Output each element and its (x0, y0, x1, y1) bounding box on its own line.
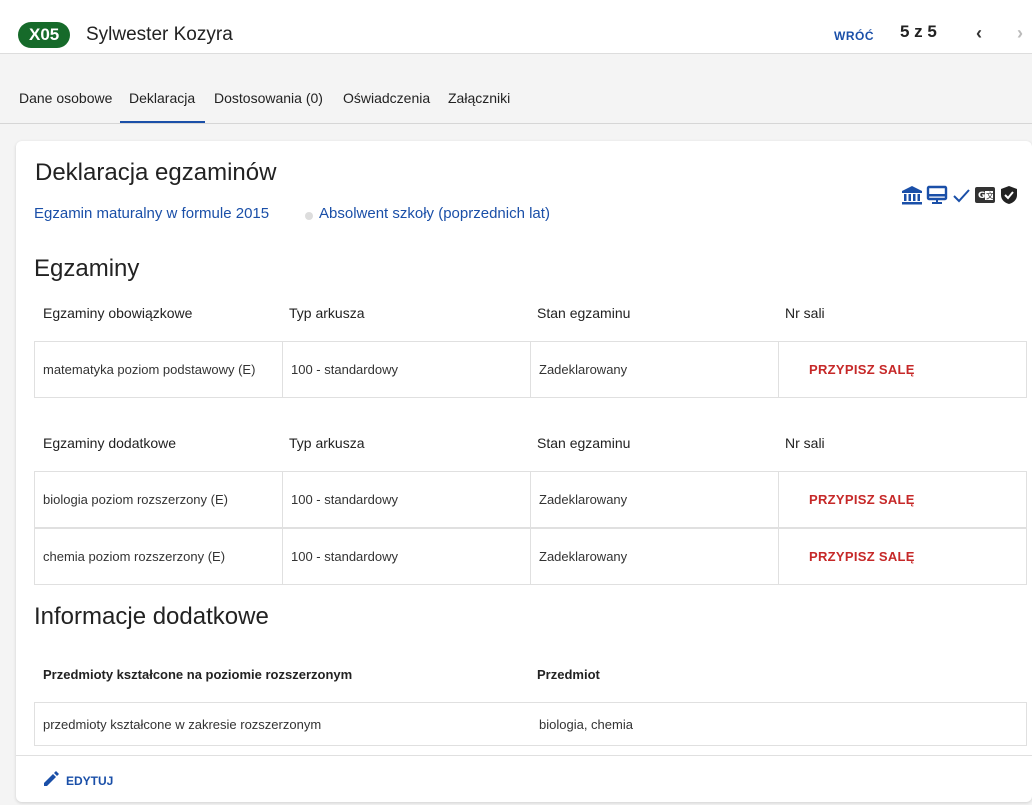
student-name: Sylwester Kozyra (86, 24, 233, 45)
tab-dostosowania[interactable]: Dostosowania (0) (214, 90, 323, 106)
tab-deklaracja[interactable]: Deklaracja (129, 90, 195, 106)
exam-state: Zadeklarowany (531, 342, 779, 397)
back-link[interactable]: WRÓĆ (834, 29, 874, 43)
sheet-type: 100 - standardowy (283, 529, 531, 584)
check-icon (951, 185, 971, 210)
tab-dane-osobowe[interactable]: Dane osobowe (19, 90, 112, 106)
monitor-icon (926, 185, 948, 210)
column-header-state: Stan egzaminu (537, 305, 631, 321)
divider (16, 755, 1032, 756)
column-header-sheet: Typ arkusza (289, 305, 365, 321)
sheet-type: 100 - standardowy (283, 342, 531, 397)
top-bar: X05 Sylwester Kozyra WRÓĆ 5 z 5 ‹ › (0, 0, 1032, 54)
exam-subject: matematyka poziom podstawowy (E) (35, 342, 283, 397)
page-title: Deklaracja egzaminów (35, 159, 277, 186)
table-row: matematyka poziom podstawowy (E) 100 - s… (34, 341, 1027, 398)
column-header-subject: Egzaminy dodatkowe (43, 435, 177, 451)
graduate-type-link[interactable]: Absolwent szkoły (poprzednich lat) (319, 205, 550, 222)
table-row: chemia poziom rozszerzony (E) 100 - stan… (34, 528, 1027, 585)
declaration-card: Deklaracja egzaminów Egzamin maturalny w… (16, 141, 1032, 802)
tab-oswiadczenia[interactable]: Oświadczenia (343, 90, 430, 106)
column-header-state: Stan egzaminu (537, 435, 631, 451)
shield-check-icon (999, 185, 1019, 210)
exam-type-link[interactable]: Egzamin maturalny w formule 2015 (34, 205, 269, 222)
tab-zalaczniki[interactable]: Załączniki (448, 90, 510, 106)
info-label: przedmioty kształcone w zakresie rozszer… (43, 716, 322, 732)
column-header-subject: Przedmiot (537, 667, 600, 682)
exam-state: Zadeklarowany (531, 472, 779, 527)
additional-info-title: Informacje dodatkowe (34, 603, 269, 630)
column-header-room: Nr sali (785, 305, 825, 321)
tab-bar: Dane osobowe Deklaracja Dostosowania (0)… (0, 55, 1032, 124)
student-code-badge: X05 (18, 22, 71, 48)
institution-icon (901, 185, 923, 210)
column-header-extended-subjects: Przedmioty kształcone na poziomie rozsze… (43, 667, 353, 682)
chevron-left-icon[interactable]: ‹ (976, 23, 982, 44)
translate-icon: G文 (974, 185, 996, 210)
exam-subject: chemia poziom rozszerzony (E) (35, 529, 283, 584)
column-header-sheet: Typ arkusza (289, 435, 365, 451)
table-row: przedmioty kształcone w zakresie rozszer… (34, 702, 1027, 746)
separator-dot (305, 212, 313, 220)
column-header-room: Nr sali (785, 435, 825, 451)
assign-room-button[interactable]: PRZYPISZ SALĘ (787, 549, 915, 564)
exam-subject: biologia poziom rozszerzony (E) (35, 472, 283, 527)
svg-text:文: 文 (986, 191, 994, 201)
assign-room-button[interactable]: PRZYPISZ SALĘ (787, 492, 915, 507)
exam-state: Zadeklarowany (531, 529, 779, 584)
exams-section-title: Egzaminy (34, 255, 140, 282)
info-value: biologia, chemia (539, 716, 633, 732)
sheet-type: 100 - standardowy (283, 472, 531, 527)
chevron-right-icon[interactable]: › (1017, 23, 1023, 44)
active-tab-indicator (120, 121, 205, 123)
pencil-icon (42, 770, 60, 791)
assign-room-button[interactable]: PRZYPISZ SALĘ (787, 362, 915, 377)
edit-button[interactable]: EDYTUJ (42, 770, 113, 791)
table-row: biologia poziom rozszerzony (E) 100 - st… (34, 471, 1027, 528)
pager-counter: 5 z 5 (900, 22, 937, 41)
svg-text:G: G (978, 191, 985, 201)
column-header-subject: Egzaminy obowiązkowe (43, 305, 193, 321)
edit-label: EDYTUJ (66, 773, 114, 788)
status-icons: G文 (901, 185, 1019, 210)
